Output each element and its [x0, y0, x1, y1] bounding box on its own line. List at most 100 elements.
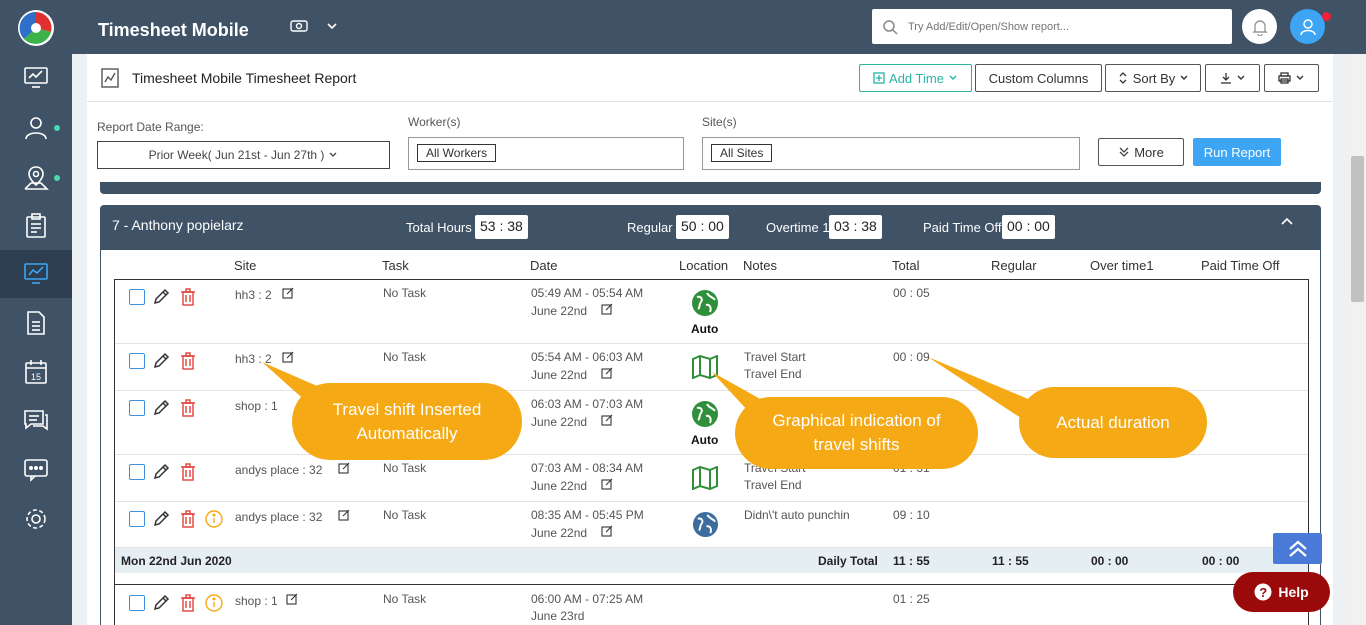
- filters-panel: Report Date Range: Prior Week( Jun 21st …: [87, 102, 1333, 182]
- map-icon[interactable]: [691, 466, 719, 490]
- daily-total-row: Mon 22nd Jun 2020 Daily Total 11 : 55 11…: [115, 548, 1308, 573]
- currency-icon[interactable]: [290, 18, 308, 34]
- chevron-down-icon: [1296, 75, 1304, 80]
- trash-icon[interactable]: [180, 352, 196, 370]
- notifications-button[interactable]: [1242, 9, 1277, 44]
- edit-icon[interactable]: [601, 525, 613, 537]
- nav-more[interactable]: [0, 446, 72, 494]
- table-row[interactable]: hh3 : 2 No Task 05:54 AM - 06:03 AM June…: [115, 344, 1308, 391]
- edit-icon[interactable]: [286, 593, 298, 605]
- sort-by-button[interactable]: Sort By: [1105, 64, 1201, 92]
- run-report-button[interactable]: Run Report: [1193, 138, 1281, 166]
- nav-settings[interactable]: [0, 495, 72, 543]
- row-checkbox[interactable]: [129, 464, 145, 480]
- nav-workers[interactable]: [0, 104, 72, 152]
- row-checkbox[interactable]: [129, 400, 145, 416]
- col-regular[interactable]: Regular: [991, 258, 1037, 273]
- report-title: Timesheet Mobile Timesheet Report: [132, 70, 357, 86]
- pencil-icon[interactable]: [152, 352, 170, 370]
- scroll-to-top-button[interactable]: [1273, 533, 1322, 564]
- col-pto[interactable]: Paid Time Off: [1201, 258, 1280, 273]
- scrollbar-thumb[interactable]: [1351, 156, 1364, 302]
- edit-icon[interactable]: [601, 478, 613, 490]
- edit-icon[interactable]: [601, 367, 613, 379]
- globe-icon[interactable]: [691, 289, 719, 317]
- col-date[interactable]: Date: [530, 258, 557, 273]
- more-button[interactable]: More: [1098, 138, 1184, 166]
- map-icon[interactable]: [691, 355, 719, 379]
- row-checkbox[interactable]: [129, 289, 145, 305]
- chevron-down-icon[interactable]: [326, 20, 338, 32]
- sort-by-label: Sort By: [1132, 70, 1176, 86]
- workers-chip[interactable]: All Workers: [417, 144, 497, 162]
- trash-icon[interactable]: [180, 463, 196, 481]
- site-cell: shop : 1: [235, 594, 278, 608]
- row-checkbox[interactable]: [129, 511, 145, 527]
- nav-timesheets[interactable]: [0, 202, 72, 250]
- table-row[interactable]: andys place : 32 No Task 08:35 AM - 05:4…: [115, 502, 1308, 548]
- pencil-icon[interactable]: [152, 510, 170, 528]
- nav-documents[interactable]: [0, 299, 72, 347]
- date-range-select[interactable]: Prior Week( Jun 21st - Jun 27th ): [97, 141, 390, 169]
- download-button[interactable]: [1205, 64, 1260, 92]
- help-button[interactable]: ? Help: [1233, 572, 1330, 612]
- chevron-up-icon[interactable]: [1280, 215, 1294, 229]
- col-overtime[interactable]: Over time1: [1090, 258, 1154, 273]
- trash-icon[interactable]: [180, 510, 196, 528]
- nav-dashboard[interactable]: [0, 54, 72, 102]
- col-total[interactable]: Total: [892, 258, 919, 273]
- trash-icon[interactable]: [180, 399, 196, 417]
- trash-icon[interactable]: [180, 288, 196, 306]
- sites-select[interactable]: All Sites: [702, 137, 1080, 170]
- report-chart-icon: [101, 68, 119, 88]
- nav-sites[interactable]: [0, 154, 72, 202]
- table-row[interactable]: shop : 1 No Task 06:00 AM - 07:25 AM Jun…: [115, 584, 1308, 625]
- trash-icon[interactable]: [180, 594, 196, 612]
- edit-icon[interactable]: [601, 414, 613, 426]
- edit-icon[interactable]: [601, 303, 613, 315]
- search-box[interactable]: [872, 9, 1232, 44]
- col-notes[interactable]: Notes: [743, 258, 777, 273]
- users-icon: [25, 117, 47, 140]
- pencil-icon[interactable]: [152, 594, 170, 612]
- edit-icon[interactable]: [338, 509, 350, 521]
- daily-overtime-value: 00 : 00: [1091, 554, 1129, 568]
- table-row[interactable]: andys place : 32 No Task 07:03 AM - 08:3…: [115, 455, 1308, 502]
- row-checkbox[interactable]: [129, 353, 145, 369]
- globe-icon[interactable]: [691, 400, 719, 428]
- search-input[interactable]: [908, 20, 1208, 33]
- col-task[interactable]: Task: [382, 258, 409, 273]
- table-row[interactable]: hh3 : 2 No Task 05:49 AM - 05:54 AM June…: [115, 280, 1308, 344]
- user-menu-button[interactable]: [1290, 9, 1325, 44]
- daily-regular-value: 11 : 55: [992, 554, 1029, 568]
- custom-columns-button[interactable]: Custom Columns: [975, 64, 1102, 92]
- ellipsis-chat-icon: [24, 459, 48, 482]
- info-icon[interactable]: [205, 594, 223, 612]
- workers-select[interactable]: All Workers: [408, 137, 684, 170]
- edit-icon[interactable]: [282, 287, 294, 299]
- row-checkbox[interactable]: [129, 595, 145, 611]
- employee-header: 7 - Anthony popielarz Total Hours 53 : 3…: [100, 205, 1321, 250]
- pencil-icon[interactable]: [152, 288, 170, 306]
- col-site[interactable]: Site: [234, 258, 256, 273]
- nav-messages[interactable]: [0, 397, 72, 445]
- app-logo[interactable]: [16, 8, 56, 48]
- edit-icon[interactable]: [338, 462, 350, 474]
- time-cell: 06:03 AM - 07:03 AM: [531, 397, 644, 411]
- add-time-button[interactable]: Add Time: [859, 64, 972, 92]
- print-button[interactable]: [1264, 64, 1319, 92]
- notes-cell: Travel Start: [744, 350, 806, 364]
- svg-text:?: ?: [1260, 585, 1268, 600]
- nav-reports[interactable]: [0, 250, 72, 298]
- info-icon[interactable]: [205, 510, 223, 528]
- pencil-icon[interactable]: [152, 399, 170, 417]
- col-location[interactable]: Location: [679, 258, 728, 273]
- pencil-icon[interactable]: [152, 463, 170, 481]
- sites-chip[interactable]: All Sites: [711, 144, 773, 162]
- clipboard-icon: [26, 213, 46, 238]
- edit-icon[interactable]: [282, 351, 294, 363]
- nav-calendar[interactable]: 15: [0, 348, 72, 396]
- location-label: Auto: [691, 322, 719, 336]
- page-scrollbar[interactable]: [1349, 54, 1366, 625]
- globe-icon[interactable]: [692, 511, 719, 538]
